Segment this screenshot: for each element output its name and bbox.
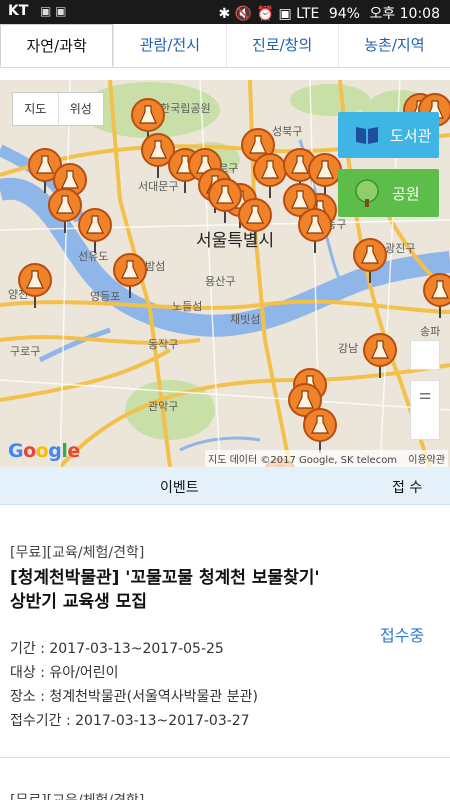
status-bar: KT ▣ ▣ ✱ 🔇 ⏰ ▣ LTE 94% 오후 10:08	[0, 0, 450, 24]
map-label: 송파	[420, 325, 440, 338]
map-label: 용산구	[205, 275, 235, 288]
tab-nature-science[interactable]: 자연/과학	[0, 24, 114, 67]
museum-pin[interactable]	[303, 408, 337, 453]
map-label: 서대문구	[138, 180, 178, 193]
event-card[interactable]: [무료][교육/체험/견학]	[0, 770, 450, 800]
book-icon	[356, 127, 378, 144]
clock: 오후 10:08	[369, 6, 440, 22]
list-header: 이벤트 접 수	[0, 467, 450, 505]
map-label: 광진구	[385, 242, 415, 255]
library-button-label: 도서관	[390, 126, 432, 145]
event-title-line2: 상반기 교육생 모집	[10, 592, 147, 612]
event-period: 기간 : 2017-03-13~2017-05-25	[10, 641, 224, 657]
category-tabs: 자연/과학 관람/전시 진로/창의 농촌/지역	[0, 24, 450, 68]
map-label: 서울특별시	[196, 231, 274, 251]
park-button-label: 공원	[392, 184, 420, 203]
map-zoom-control[interactable]: ⚌	[410, 380, 440, 440]
map-label: 선유도	[78, 250, 108, 263]
sliders-icon: ⚌	[418, 387, 432, 403]
map-label: 채빗섬	[230, 313, 260, 326]
event-title-line1: [청계천박물관] '꼬물꼬물 청계천 보물찾기'	[10, 568, 320, 588]
header-status: 접 수	[392, 480, 423, 496]
event-target: 대상 : 유아/어린이	[10, 665, 119, 681]
library-button[interactable]: 도서관	[338, 112, 439, 158]
map-label: 구로구	[10, 345, 40, 358]
museum-pin[interactable]	[141, 133, 175, 178]
map-type-toggle: 지도 위성	[12, 92, 104, 126]
map-label: 성북구	[272, 125, 302, 138]
google-logo: Google	[8, 440, 80, 462]
map-label: 노들섬	[172, 300, 202, 313]
notification-icons: ▣ ▣	[40, 4, 67, 18]
map-label: 영등포	[90, 290, 120, 303]
status-right: ✱ 🔇 ⏰ ▣ LTE 94% 오후 10:08	[214, 3, 441, 23]
map-type-satellite[interactable]: 위성	[59, 93, 104, 125]
event-tags: [무료][교육/체험/견학]	[10, 790, 144, 800]
event-tags: [무료][교육/체험/견학]	[10, 545, 145, 561]
map-label: 밤섬	[145, 260, 165, 273]
museum-pin[interactable]	[363, 333, 397, 378]
map-label: 강남	[338, 342, 358, 355]
tab-career[interactable]: 진로/창의	[225, 24, 338, 67]
map-label: 관악구	[148, 400, 178, 413]
header-event: 이벤트	[160, 480, 199, 496]
tab-rural[interactable]: 농촌/지역	[337, 24, 450, 67]
event-place: 장소 : 청계천박물관(서울역사박물관 분관)	[10, 689, 258, 705]
event-reg-period: 접수기간 : 2017-03-13~2017-03-27	[10, 713, 250, 729]
map-label: 한국립공원	[160, 102, 211, 115]
event-title: [청계천박물관] '꼬물꼬물 청계천 보물찾기' 상반기 교육생 모집	[10, 566, 380, 614]
tree-icon	[355, 179, 379, 207]
map-label: 동작구	[148, 338, 178, 351]
my-location-button[interactable]	[410, 340, 440, 370]
museum-pin[interactable]	[253, 153, 287, 198]
map-attribution: 지도 데이터 ©2017 Google, SK telecom 이용약관	[205, 450, 449, 467]
museum-pin[interactable]	[298, 208, 332, 253]
attribution-text: 지도 데이터 ©2017 Google, SK telecom	[208, 455, 398, 466]
terms-link[interactable]: 이용약관	[408, 455, 445, 466]
park-button[interactable]: 공원	[338, 169, 439, 217]
map-type-map[interactable]: 지도	[13, 93, 59, 125]
battery-level: 94%	[328, 6, 360, 22]
tab-exhibition[interactable]: 관람/전시	[113, 24, 225, 67]
system-icons: ✱ 🔇 ⏰ ▣ LTE	[218, 6, 320, 22]
carrier-label: KT	[8, 3, 29, 19]
event-card[interactable]: [무료][교육/체험/견학] [청계천박물관] '꼬물꼬물 청계천 보물찾기' …	[0, 506, 450, 758]
registration-status: 접수중	[380, 626, 425, 645]
